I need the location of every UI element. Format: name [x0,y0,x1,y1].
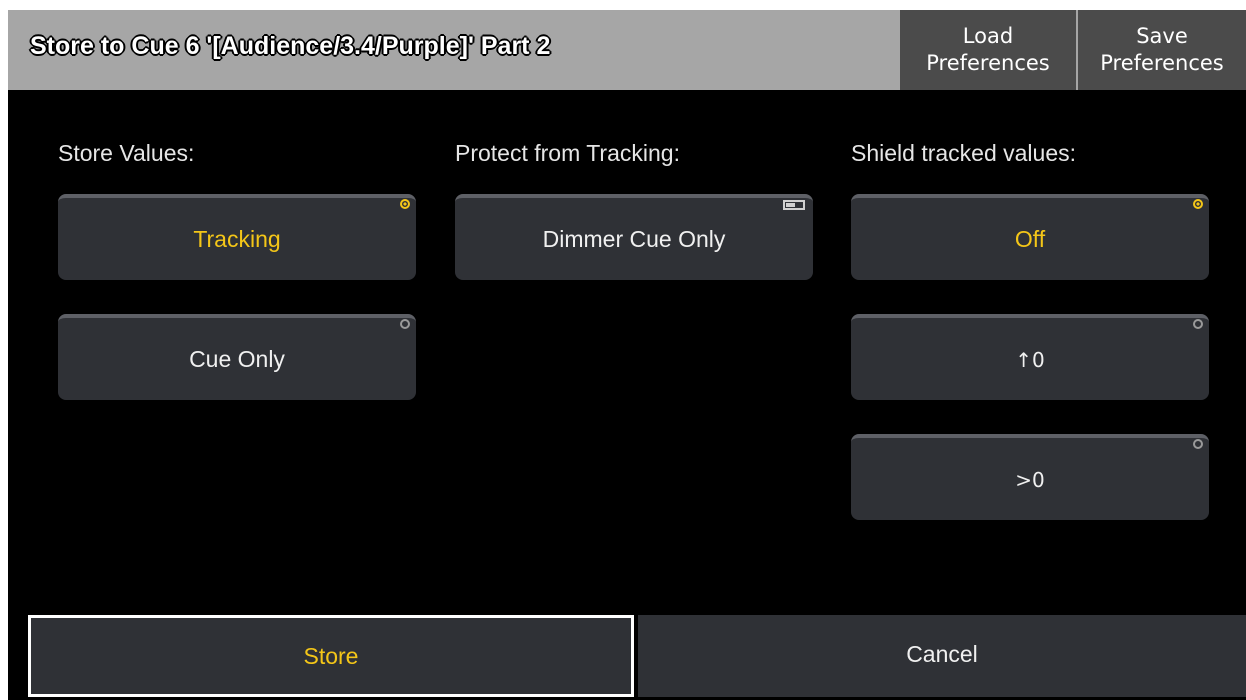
option-label: ↑0 [1015,348,1045,372]
radio-unselected-icon [400,319,410,329]
load-preferences-button[interactable]: Load Preferences [900,10,1076,90]
dimmer-cue-only-toggle[interactable]: Dimmer Cue Only [455,194,813,280]
option-label: Dimmer Cue Only [542,226,726,252]
shield-tracked-values-label: Shield tracked values: [851,140,1077,166]
store-values-label: Store Values: [58,140,195,166]
shield-off-button[interactable]: Off [851,194,1209,280]
radio-unselected-icon [1193,319,1203,329]
load-preferences-line2: Preferences [926,51,1050,75]
option-label: >0 [1015,468,1045,492]
save-preferences-line1: Save [1136,24,1188,48]
cancel-button[interactable]: Cancel [638,615,1246,697]
store-cue-dialog: Store to Cue 6 '[Audience/3.4/Purple]' P… [8,10,1246,700]
store-values-tracking-button[interactable]: Tracking [58,194,416,280]
save-preferences-line2: Preferences [1100,51,1224,75]
store-values-cue-only-button[interactable]: Cue Only [58,314,416,400]
shield-greater-zero-button[interactable]: >0 [851,434,1209,520]
toggle-off-icon [783,200,805,210]
option-label: Cue Only [189,346,285,372]
radio-unselected-icon [1193,439,1203,449]
load-preferences-line1: Load [962,24,1014,48]
option-label: Off [1014,226,1046,252]
radio-selected-icon [400,199,410,209]
shield-up-zero-button[interactable]: ↑0 [851,314,1209,400]
store-button[interactable]: Store [28,615,634,697]
dialog-title: Store to Cue 6 '[Audience/3.4/Purple]' P… [30,32,551,60]
title-bar: Store to Cue 6 '[Audience/3.4/Purple]' P… [8,10,1246,90]
radio-selected-icon [1193,199,1203,209]
protect-from-tracking-label: Protect from Tracking: [455,140,680,166]
option-label: Tracking [193,226,281,252]
save-preferences-button[interactable]: Save Preferences [1078,10,1246,90]
